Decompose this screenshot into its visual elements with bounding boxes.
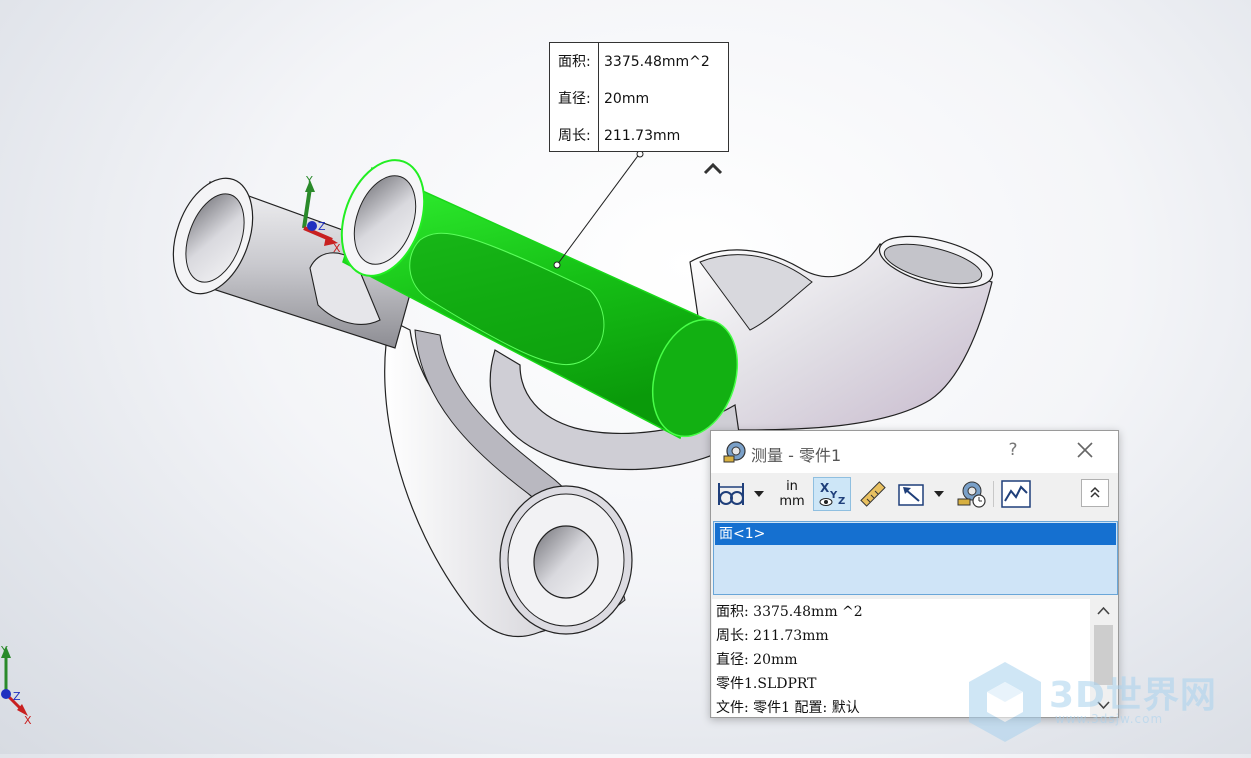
triad-y-label: Y [305, 174, 313, 187]
watermark-text: 3D世界网 [1049, 675, 1217, 716]
callout-perimeter-label: 周长: [558, 128, 591, 144]
chevron-down-icon [754, 491, 764, 497]
scroll-up-icon[interactable] [1090, 599, 1117, 623]
svg-text:X: X [820, 481, 830, 495]
result-config: 文件: 零件1 配置: 默认 [716, 700, 860, 716]
measure-callout: 面积: 3375.48mm^2 直径: 20mm 周长: 211.73mm [549, 42, 729, 152]
result-area: 面积: 3375.48mm ^2 [716, 604, 863, 620]
close-icon[interactable] [1073, 438, 1097, 462]
measure-tape-icon [723, 441, 746, 463]
callout-diameter-value: 20mm [604, 91, 650, 107]
double-chevron-up-icon [1090, 486, 1100, 498]
pipe-bend[interactable] [689, 227, 998, 431]
projection-icon [898, 484, 924, 506]
result-perimeter: 周长: 211.73mm [716, 628, 829, 644]
ref-triad-z-label: Z [13, 690, 21, 703]
callout-perimeter-value: 211.73mm [604, 128, 681, 144]
callout-row-perimeter: 周长: 211.73mm [550, 118, 728, 154]
xyz-measure-icon: X Y Z [819, 481, 845, 507]
units-bottom-label: mm [779, 494, 805, 509]
dialog-titlebar[interactable]: 测量 - 零件1 ? [711, 431, 1118, 473]
projection-button[interactable] [895, 477, 929, 511]
selected-entity[interactable]: 面<1> [715, 523, 1116, 545]
arc-circle-measure-button[interactable] [715, 477, 749, 511]
callout-leader [556, 152, 641, 266]
callout-area-value: 3375.48mm^2 [604, 54, 710, 70]
measurement-history-icon [957, 481, 986, 508]
svg-text:Z: Z [838, 496, 845, 507]
selection-list[interactable]: 面<1> [713, 521, 1118, 595]
point-to-point-icon [860, 481, 886, 507]
callout-area-label: 面积: [558, 54, 591, 70]
measure-toolbar: in mm X Y Z [711, 473, 1118, 515]
projection-dropdown[interactable] [931, 477, 947, 511]
ref-triad-x-label: X [24, 714, 32, 727]
toolbar-separator [993, 481, 994, 507]
arc-measure-dropdown[interactable] [751, 477, 767, 511]
help-button[interactable]: ? [1003, 440, 1023, 460]
chevron-up-icon[interactable] [702, 158, 724, 180]
cube-logo-icon [969, 662, 1041, 742]
units-precision-icon: in mm [775, 477, 809, 509]
arc-circle-measure-icon [718, 483, 744, 505]
measurement-history-button[interactable] [955, 477, 989, 511]
callout-row-area: 面积: 3375.48mm^2 [550, 44, 728, 80]
xyz-measure-button[interactable]: X Y Z [813, 477, 851, 511]
point-to-point-button[interactable] [855, 477, 889, 511]
units-precision-button[interactable]: in mm [775, 477, 809, 511]
chevron-down-icon [934, 491, 944, 497]
expand-dialog-button[interactable] [1081, 479, 1109, 507]
ref-triad-y-label: Y [0, 644, 8, 657]
units-top-label: in [786, 479, 798, 494]
create-sensor-button[interactable] [999, 477, 1033, 511]
triad-z-label: Z [318, 220, 326, 233]
watermark-url: www.3dsjw.com [1055, 712, 1164, 726]
result-diameter: 直径: 20mm [716, 652, 798, 668]
callout-diameter-label: 直径: [558, 91, 591, 107]
dialog-title: 测量 - 零件1 [751, 446, 842, 465]
leader-point [553, 261, 561, 269]
create-sensor-icon [1001, 480, 1031, 508]
reference-triad: Y Z X [0, 644, 32, 727]
triad-x-label: X [333, 242, 341, 255]
watermark: 3D世界网 www.3dsjw.com [965, 658, 1235, 748]
result-file-name: 零件1.SLDPRT [716, 676, 817, 692]
callout-row-diameter: 直径: 20mm [550, 81, 728, 117]
